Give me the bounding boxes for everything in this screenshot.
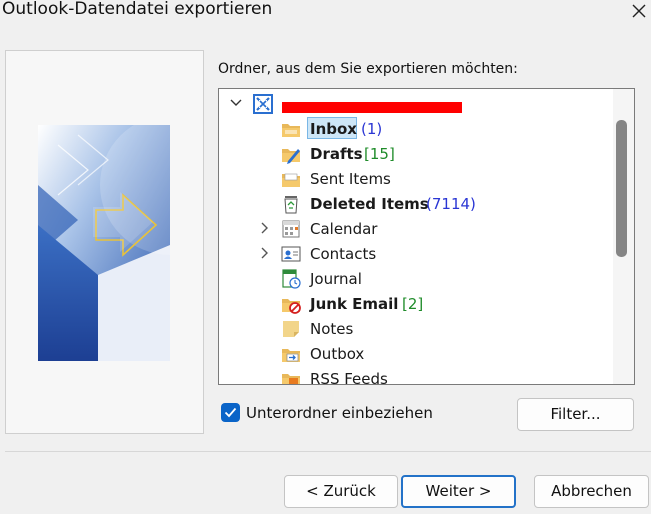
tree-item-inbox[interactable]: Inbox (1): [219, 117, 609, 141]
tree-item-label: Calendar: [310, 220, 378, 238]
tree-item-deleted-items[interactable]: Deleted Items (7114): [219, 192, 609, 216]
checkmark-icon: [224, 407, 237, 418]
wizard-graphic: [38, 125, 170, 361]
redacted-account-name: [282, 102, 462, 113]
close-button[interactable]: [626, 0, 651, 24]
tree-item-label: Contacts: [310, 245, 377, 263]
tree-item-label: RSS Feeds: [310, 370, 388, 385]
journal-icon: [282, 269, 301, 289]
tree-item-contacts[interactable]: Contacts: [219, 242, 609, 266]
tree-item-label: Notes: [310, 320, 354, 338]
include-subfolders-checkbox[interactable]: [221, 403, 240, 422]
tree-item-count: [15]: [364, 145, 395, 163]
tree-item-sent-items[interactable]: Sent Items: [219, 167, 609, 191]
include-subfolders-label: Unterordner einbeziehen: [246, 404, 433, 422]
filter-button[interactable]: Filter...: [517, 398, 634, 431]
chevron-right-icon[interactable]: [256, 245, 272, 261]
tree-item-label: Journal: [310, 270, 362, 288]
close-icon: [632, 4, 646, 18]
tree-item-outbox[interactable]: Outbox: [219, 342, 609, 366]
inbox-folder-icon: [282, 124, 300, 137]
tree-item-count: (1): [361, 120, 383, 138]
folder-tree[interactable]: Inbox (1) Drafts [15] Sent Items Deleted…: [218, 88, 635, 385]
back-button[interactable]: < Zurück: [284, 475, 398, 508]
rss-folder-icon: [282, 374, 300, 384]
footer-divider: [5, 451, 651, 452]
tree-item-label: Sent Items: [310, 170, 391, 188]
drafts-folder-icon: [282, 149, 300, 164]
cancel-button[interactable]: Abbrechen: [534, 475, 649, 508]
recycle-bin-icon: [284, 196, 298, 214]
wizard-side-panel: [5, 50, 204, 434]
calendar-icon: [282, 220, 300, 238]
dialog-title: Outlook-Datendatei exportieren: [2, 0, 273, 19]
tree-item-label: Inbox: [310, 120, 357, 138]
tree-item-label: Outbox: [310, 345, 365, 363]
next-button[interactable]: Weiter >: [401, 475, 516, 508]
tree-item-junk-email[interactable]: Junk Email [2]: [219, 292, 609, 316]
tree-scrollbar-thumb[interactable]: [616, 120, 627, 257]
tree-item-calendar[interactable]: Calendar: [219, 217, 609, 241]
exchange-icon: [253, 94, 273, 114]
folder-prompt-label: Ordner, aus dem Sie exportieren möchten:: [218, 61, 518, 77]
outbox-folder-icon: [282, 349, 300, 362]
sent-folder-icon: [282, 173, 300, 187]
tree-item-label: Drafts: [310, 145, 363, 163]
chevron-right-icon[interactable]: [256, 220, 272, 236]
tree-item-notes[interactable]: Notes: [219, 317, 609, 341]
tree-item-journal[interactable]: Journal: [219, 267, 609, 291]
notes-icon: [283, 321, 299, 337]
contacts-icon: [281, 246, 301, 262]
tree-item-count: (7114): [426, 195, 476, 213]
tree-item-label: Deleted Items: [310, 195, 429, 213]
tree-item-count: [2]: [402, 295, 424, 313]
tree-root[interactable]: [219, 92, 609, 116]
chevron-down-icon[interactable]: [228, 95, 244, 111]
tree-item-drafts[interactable]: Drafts [15]: [219, 142, 609, 166]
tree-item-rss-feeds[interactable]: RSS Feeds: [219, 367, 609, 385]
junk-folder-icon: [282, 299, 301, 314]
tree-item-label: Junk Email: [310, 295, 399, 313]
